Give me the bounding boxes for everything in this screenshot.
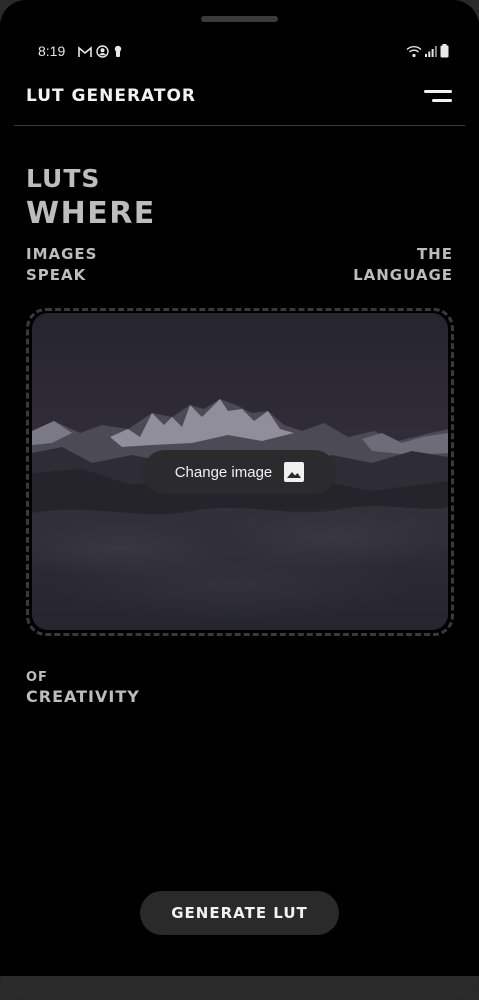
tagline-bottom-line-2: CREATIVITY bbox=[26, 687, 140, 706]
status-bar: 8:19 bbox=[38, 42, 449, 62]
account-circle-icon bbox=[96, 45, 109, 58]
generate-lut-label: GENERATE LUT bbox=[171, 904, 308, 922]
headline-line-2: WHERE bbox=[26, 196, 156, 231]
gmail-icon bbox=[78, 45, 92, 57]
app-bar-divider bbox=[14, 125, 465, 126]
status-system-icons bbox=[406, 44, 449, 58]
headline-line-1: LUTS bbox=[26, 164, 101, 193]
tagline-right: THE LANGUAGE bbox=[353, 244, 453, 286]
change-image-label: Change image bbox=[174, 463, 273, 481]
tagline-left: IMAGES SPEAK bbox=[26, 244, 97, 286]
tagline-left-line-2: SPEAK bbox=[26, 266, 87, 284]
app-title: LUT GENERATOR bbox=[26, 86, 197, 106]
generate-lut-button[interactable]: GENERATE LUT bbox=[140, 891, 339, 935]
battery-icon bbox=[440, 44, 449, 58]
tagline-left-line-1: IMAGES bbox=[26, 245, 98, 263]
tagline-right-line-1: THE bbox=[416, 245, 453, 263]
signal-icon bbox=[425, 45, 437, 57]
speaker-grille bbox=[201, 16, 278, 22]
phone-screen: 8:19 LUT GENERATOR LUTS WHERE IMAGES SPE… bbox=[0, 0, 479, 1000]
wifi-icon bbox=[406, 45, 422, 57]
menu-button[interactable] bbox=[420, 88, 452, 108]
keyhole-icon bbox=[114, 45, 122, 57]
tagline-bottom-line-1: OF bbox=[26, 670, 48, 685]
bottom-bezel bbox=[0, 976, 479, 1000]
image-icon bbox=[284, 462, 305, 482]
status-time: 8:19 bbox=[38, 43, 66, 59]
tagline-right-line-2: LANGUAGE bbox=[353, 266, 453, 284]
status-notification-icons bbox=[78, 45, 123, 58]
change-image-button[interactable]: Change image bbox=[143, 450, 336, 494]
tagline-bottom: OF CREATIVITY bbox=[26, 668, 140, 706]
